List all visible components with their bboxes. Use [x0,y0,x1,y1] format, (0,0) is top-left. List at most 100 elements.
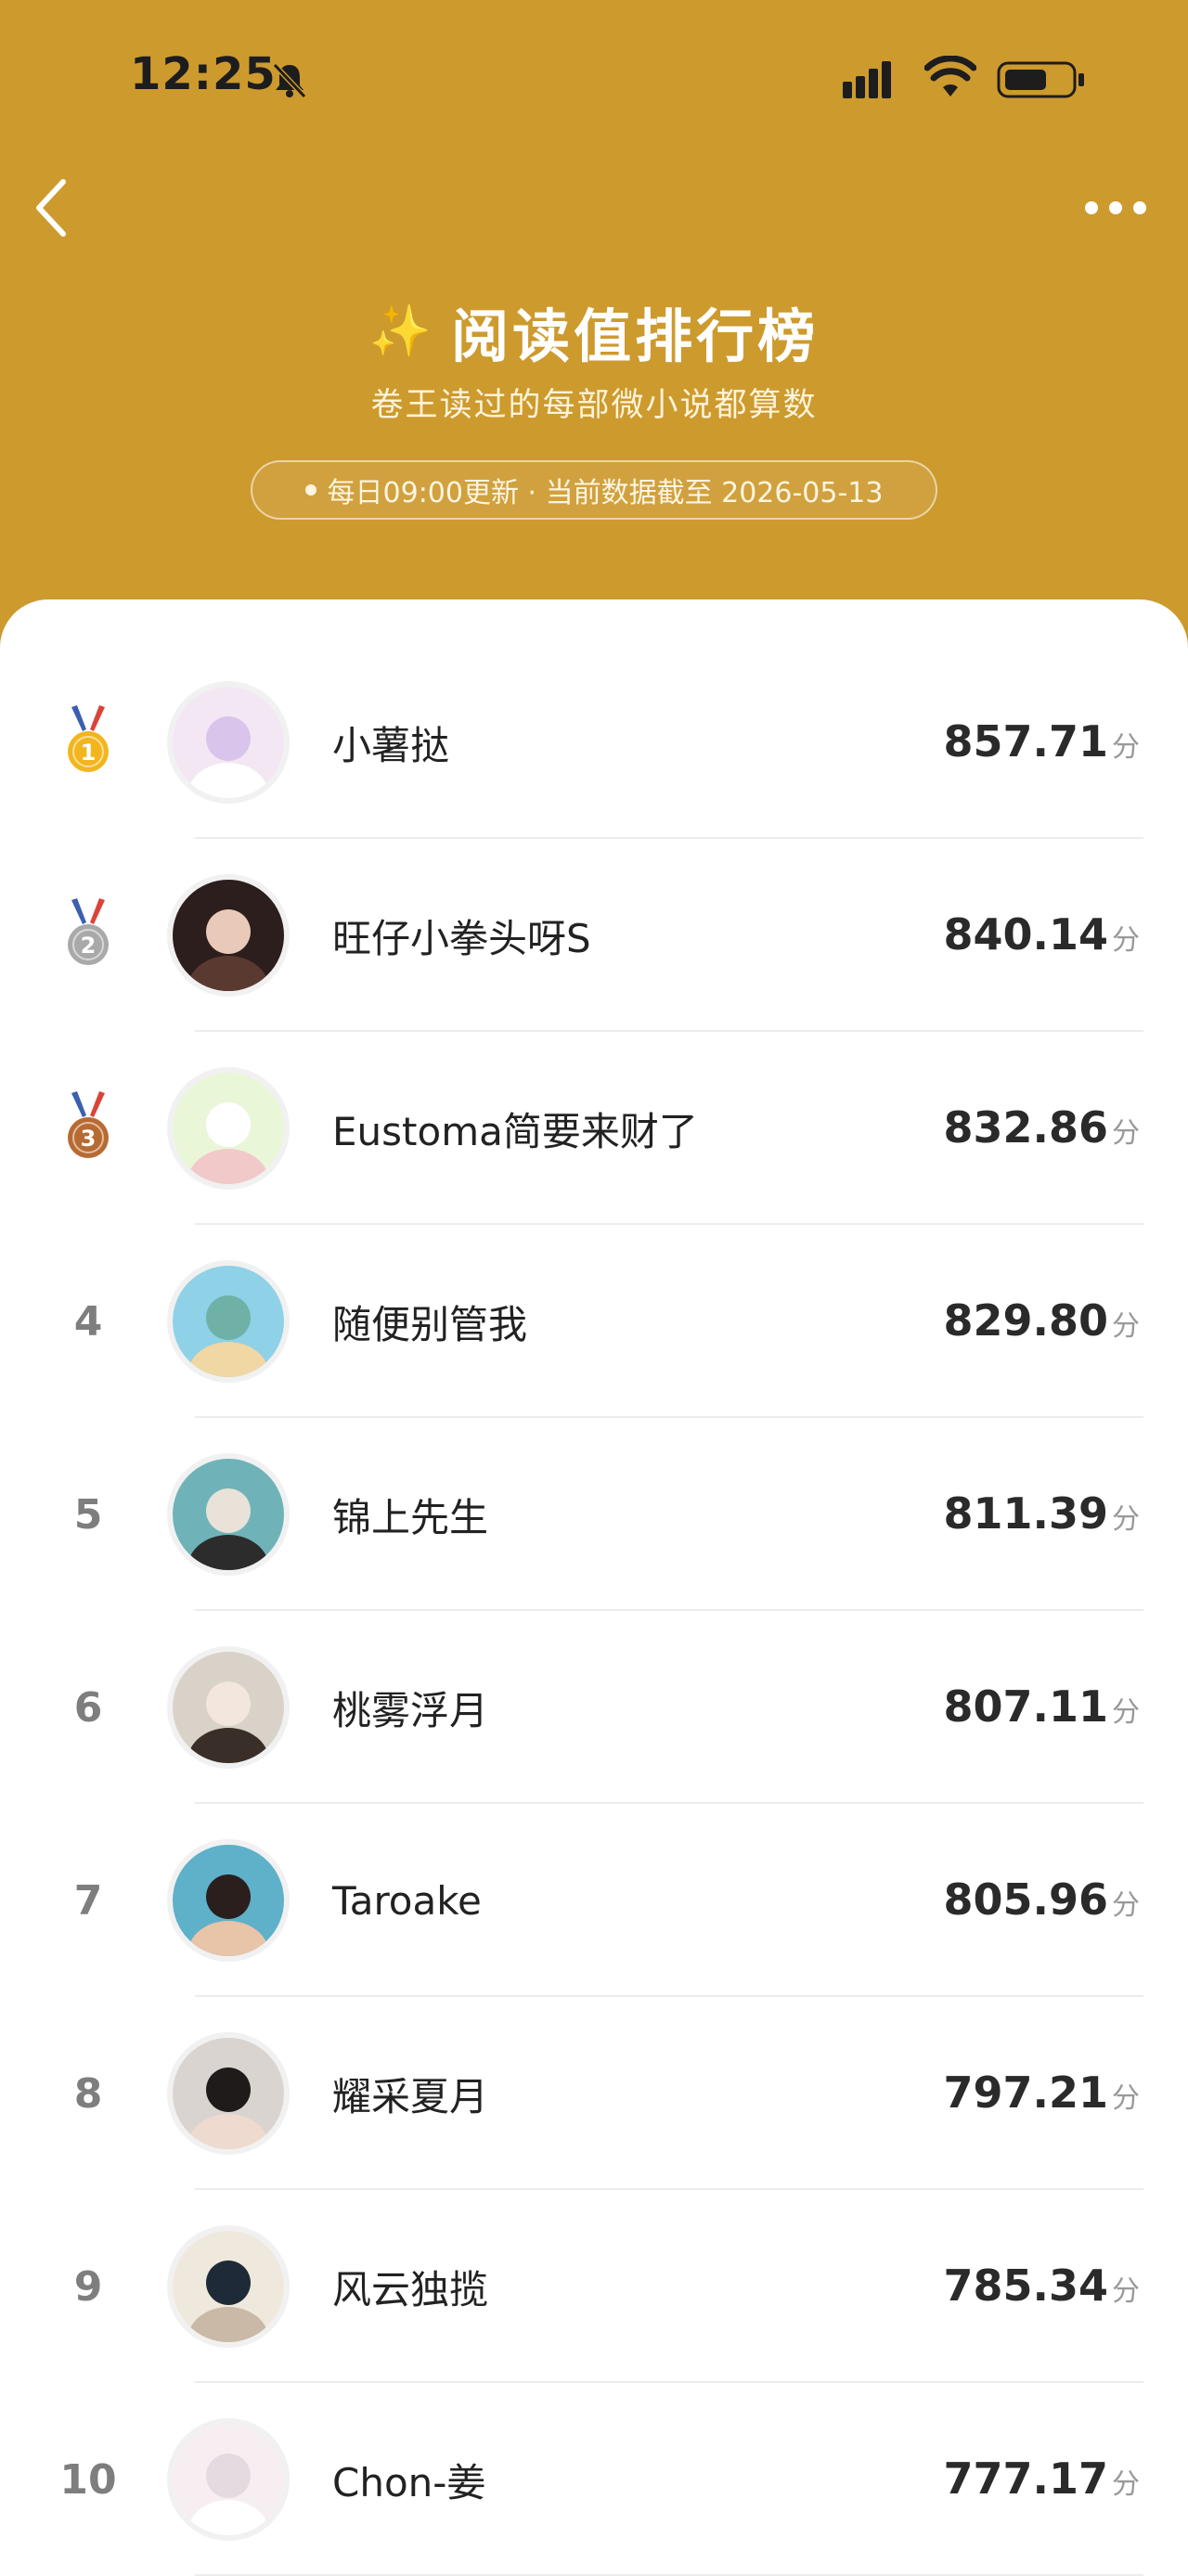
score: 805.96 分 [943,1874,1140,1925]
update-info-pill: 每日09:00更新 · 当前数据截至 2026-05-13 [251,460,937,520]
avatar[interactable] [167,2225,290,2348]
bell-muted-icon [272,62,307,99]
ranking-row-5[interactable]: 5 锦上先生 811.39 分 [0,1418,1188,1611]
score-value: 832.86 [943,1102,1108,1153]
svg-text:3: 3 [81,1126,97,1152]
rank-number: 8 [73,2069,103,2118]
user-name: 耀采夏月 [332,2073,489,2119]
cellular-signal-icon [843,61,891,98]
user-name: 随便别管我 [332,1301,528,1347]
ranking-row-10[interactable]: 10 Chon-姜 777.17 分 [0,2383,1188,2576]
avatar[interactable] [167,1067,290,1190]
score: 832.86 分 [943,1102,1140,1153]
rank-number: 9 [73,2262,103,2311]
score: 785.34 分 [943,2260,1140,2311]
score-unit: 分 [1112,1696,1140,1729]
svg-text:1: 1 [81,740,97,766]
user-name: 锦上先生 [332,1494,489,1540]
wifi-icon [924,56,976,97]
avatar-image [173,1266,284,1377]
avatar[interactable] [167,1839,290,1962]
avatar-image [173,880,284,991]
avatar-image [173,1459,284,1570]
avatar[interactable] [167,1260,290,1383]
ranking-row-6[interactable]: 6 桃雾浮月 807.11 分 [0,1611,1188,1804]
rank-medal: 3 [37,1032,139,1225]
dot-icon [304,484,316,496]
avatar-image [173,1073,284,1184]
score-unit: 分 [1112,731,1140,764]
score: 829.80 分 [943,1295,1140,1346]
rank-medal: 1 [37,646,139,839]
status-bar: 12:25 [0,0,1188,158]
score-unit: 分 [1112,2275,1140,2308]
rank-number: 4 [73,1297,103,1346]
score: 807.11 分 [943,1681,1140,1732]
ranking-row-2[interactable]: 2 旺仔小拳头呀S 840.14 分 [0,839,1188,1032]
rank-medal: 2 [37,839,139,1032]
page-subtitle: 卷王读过的每部微小说都算数 [370,387,818,424]
battery-icon [997,61,1084,98]
score-value: 857.71 [943,716,1108,766]
ranking-row-1[interactable]: 1 小薯挞 857.71 分 [0,646,1188,839]
gold-medal-icon: 1 [68,705,109,772]
score-unit: 分 [1112,1117,1140,1150]
rank-number: 5 [73,1490,103,1539]
user-name: 小薯挞 [332,722,450,768]
user-name: 风云独揽 [332,2266,489,2312]
avatar[interactable] [167,2418,290,2541]
avatar-image [173,2424,284,2535]
page-title: 阅读值排行榜 [451,303,820,370]
score-value: 797.21 [943,2067,1108,2118]
rank-number: 10 [59,2455,117,2504]
avatar-image [173,1652,284,1763]
avatar-image [173,687,284,798]
score-unit: 分 [1112,924,1140,957]
user-name: Chon-姜 [332,2459,486,2505]
score: 811.39 分 [943,1488,1140,1539]
rank-number: 7 [73,1876,103,1925]
score: 840.14 分 [943,909,1140,960]
avatar[interactable] [167,2032,290,2155]
score-unit: 分 [1112,2082,1140,2115]
score-value: 807.11 [943,1681,1108,1732]
avatar-image [173,2231,284,2342]
ranking-row-7[interactable]: 7 Taroake 805.96 分 [0,1804,1188,1997]
score: 777.17 分 [943,2454,1140,2504]
score-value: 840.14 [943,909,1108,960]
score-unit: 分 [1112,1310,1140,1343]
title-block: ✨ 阅读值排行榜 [0,290,1188,373]
avatar-image [173,1845,284,1956]
sparkle-icon: ✨ [368,302,433,360]
status-time: 12:25 [130,48,277,100]
score-value: 805.96 [943,1874,1108,1925]
avatar[interactable] [167,681,290,804]
ranking-row-9[interactable]: 9 风云独揽 785.34 分 [0,2190,1188,2383]
score: 857.71 分 [943,716,1140,766]
avatar-image [173,2038,284,2149]
ranking-row-4[interactable]: 4 随便别管我 829.80 分 [0,1225,1188,1418]
user-name: Taroake [332,1877,482,1924]
ranking-list: 1 小薯挞 857.71 分 2 旺仔小拳头呀S 840.14 分 3 Eustom… [0,599,1188,2576]
user-name: 旺仔小拳头呀S [332,915,591,961]
avatar[interactable] [167,1453,290,1576]
bronze-medal-icon: 3 [68,1091,109,1158]
update-info-text: 每日09:00更新 · 当前数据截至 2026-05-13 [327,477,884,509]
score-unit: 分 [1112,2468,1140,2501]
score-value: 777.17 [943,2454,1108,2504]
silver-medal-icon: 2 [68,898,109,965]
ranking-row-3[interactable]: 3 Eustoma简要来财了 832.86 分 [0,1032,1188,1225]
svg-text:2: 2 [81,933,97,959]
rank-number: 6 [73,1683,103,1732]
back-chevron-icon[interactable] [24,173,76,243]
avatar[interactable] [167,874,290,997]
score-unit: 分 [1112,1503,1140,1536]
score-value: 811.39 [943,1488,1108,1539]
avatar[interactable] [167,1646,290,1769]
score-value: 785.34 [943,2260,1108,2311]
user-name: 桃雾浮月 [332,1687,489,1733]
ranking-row-8[interactable]: 8 耀采夏月 797.21 分 [0,1997,1188,2190]
score: 797.21 分 [943,2067,1140,2118]
more-options-icon[interactable] [1080,191,1151,225]
user-name: Eustoma简要来财了 [332,1108,698,1154]
